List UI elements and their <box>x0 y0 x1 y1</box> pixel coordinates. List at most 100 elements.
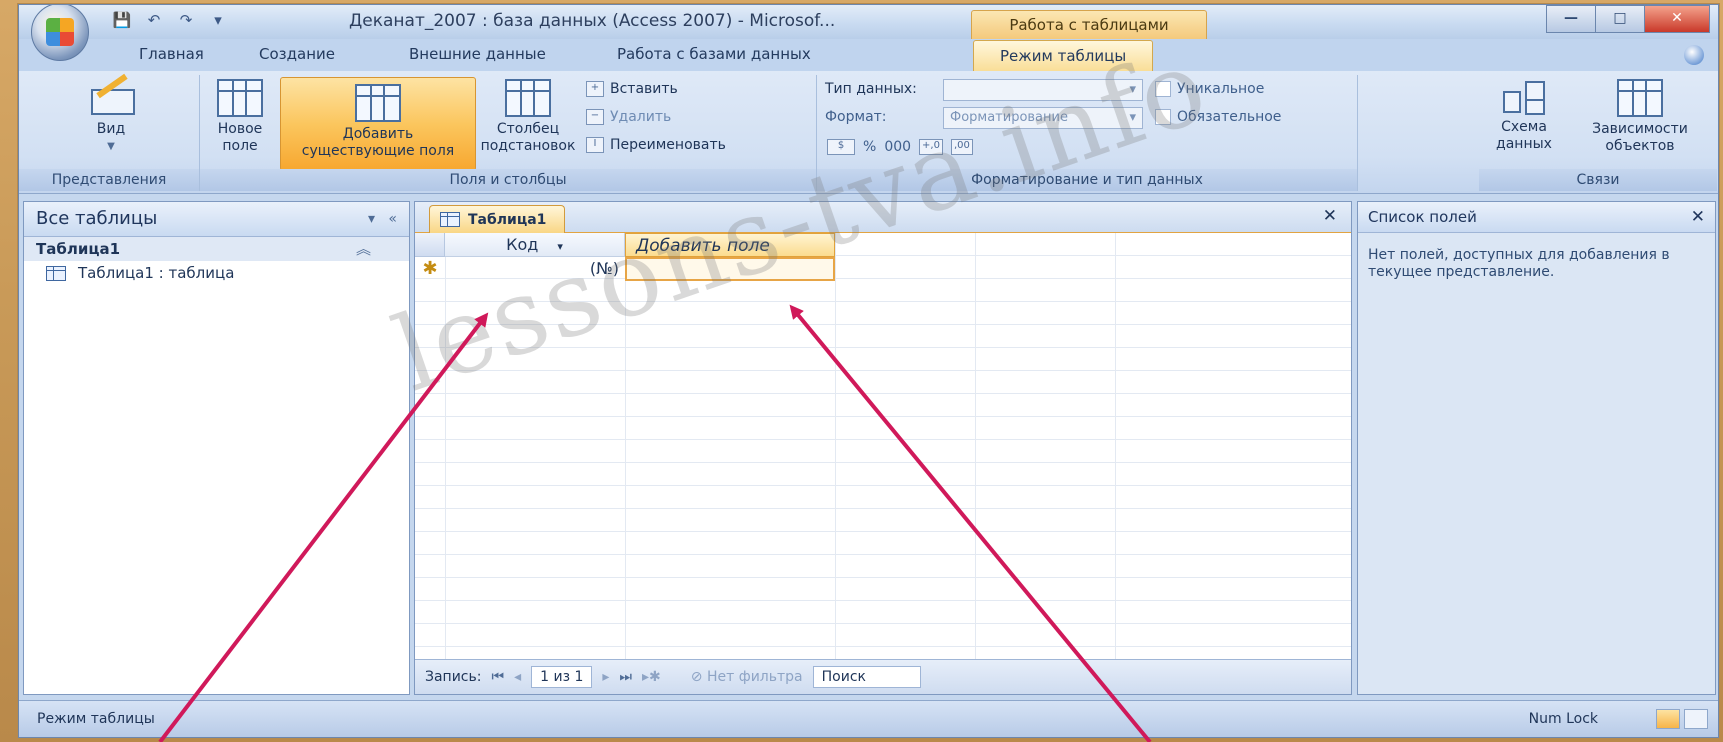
redo-icon[interactable]: ↷ <box>175 11 197 31</box>
previous-record-icon[interactable]: ◂ <box>514 669 521 685</box>
close-document-icon[interactable]: ✕ <box>1323 206 1337 226</box>
required-checkbox[interactable]: Обязательное <box>1155 109 1281 125</box>
required-checkbox-box[interactable] <box>1155 109 1171 125</box>
increase-decimals-button[interactable]: +,0 <box>919 139 943 155</box>
filter-status[interactable]: ⊘ Нет фильтра <box>691 669 803 685</box>
column-header-kod[interactable]: Код ▾ <box>445 233 625 257</box>
undo-icon[interactable]: ↶ <box>143 11 165 31</box>
datasheet-grid[interactable]: Код ▾ Добавить поле ✱ (№) <box>415 233 1351 660</box>
nav-header[interactable]: Все таблицы ▾ « <box>24 202 409 237</box>
first-record-icon[interactable]: ⏮ <box>491 669 504 685</box>
navigation-pane: Все таблицы ▾ « Таблица1 ︽ Таблица1 : та… <box>23 201 410 695</box>
add-existing-label-1: Добавить <box>342 126 414 142</box>
new-record-icon[interactable]: ✱ <box>415 257 445 281</box>
tab-create[interactable]: Создание <box>259 45 335 63</box>
thousands-button[interactable]: 000 <box>884 139 911 155</box>
table-icon <box>440 212 460 227</box>
relationships-button[interactable]: Схема данных <box>1483 79 1565 153</box>
field-list-pane: Список полей ✕ Нет полей, доступных для … <box>1357 201 1716 695</box>
new-field-button[interactable]: Новое поле <box>206 79 274 155</box>
qat-dropdown-icon[interactable]: ▾ <box>207 11 229 31</box>
maximize-button[interactable]: □ <box>1595 5 1645 33</box>
delete-label: Удалить <box>610 109 672 125</box>
group-views: Вид ▼ Представления <box>19 73 200 191</box>
format-label: Формат: <box>825 109 887 125</box>
object-dependencies-button[interactable]: Зависимости объектов <box>1569 79 1711 155</box>
group-label-relationships: Связи <box>1479 169 1717 191</box>
rename-label: Переименовать <box>610 137 726 153</box>
context-tab-table-tools: Работа с таблицами <box>971 10 1207 40</box>
nav-item-table1[interactable]: Таблица1 : таблица <box>24 261 409 285</box>
insert-button[interactable]: + Вставить <box>586 81 678 97</box>
delete-button[interactable]: − Удалить <box>586 109 671 125</box>
collapse-group-icon[interactable]: ︽ <box>356 237 371 261</box>
search-field[interactable]: Поиск <box>812 666 921 688</box>
chevron-down-icon: ▾ <box>1129 82 1136 97</box>
chevron-down-icon[interactable]: ▾ <box>557 240 563 253</box>
nav-header-label: Все таблицы <box>36 208 158 229</box>
relationships-label-1: Схема <box>1501 119 1547 135</box>
data-type-select[interactable]: ▾ <box>943 79 1143 101</box>
chevron-down-icon: ▾ <box>1129 110 1136 125</box>
view-switcher <box>1656 709 1708 729</box>
last-record-icon[interactable]: ⏭ <box>619 669 632 685</box>
cell-add-field-new[interactable] <box>625 257 835 281</box>
column-header-add-field[interactable]: Добавить поле <box>625 233 835 257</box>
lookup-label-1: Столбец <box>496 121 560 137</box>
tab-home[interactable]: Главная <box>139 45 204 63</box>
field-list-message: Нет полей, доступных для добавления в те… <box>1368 247 1670 280</box>
collapse-pane-icon[interactable]: « <box>388 211 397 227</box>
required-label: Обязательное <box>1177 109 1282 125</box>
design-view-icon[interactable] <box>1684 709 1708 729</box>
record-navigator: Запись: ⏮ ◂ 1 из 1 ▸ ⏭ ▸✱ ⊘ Нет фильтра … <box>415 659 1351 694</box>
decrease-decimals-button[interactable]: ,00 <box>950 139 973 155</box>
nav-controls: ▾ « <box>368 202 397 236</box>
add-existing-fields-icon <box>355 84 401 122</box>
table-icon <box>46 265 66 281</box>
chevron-down-icon[interactable]: ▾ <box>368 211 375 227</box>
datasheet-view-icon[interactable] <box>1656 709 1680 729</box>
lookup-column-button[interactable]: Столбец подстановок <box>478 79 578 155</box>
nav-group-table1[interactable]: Таблица1 ︽ <box>24 237 409 261</box>
dependencies-label-2: объектов <box>1605 138 1675 154</box>
quick-access-toolbar: 💾 ↶ ↷ ▾ <box>111 11 229 31</box>
office-logo-icon <box>46 18 74 46</box>
save-icon[interactable]: 💾 <box>111 11 133 31</box>
title-bar: 💾 ↶ ↷ ▾ Деканат_2007 : база данных (Acce… <box>19 5 1718 40</box>
tab-external-data[interactable]: Внешние данные <box>409 45 546 63</box>
datasheet-document: Таблица1 ✕ Код ▾ Добавить поле ✱ (№) Зап… <box>414 201 1352 695</box>
group-label-views: Представления <box>19 169 199 191</box>
close-button[interactable]: ✕ <box>1644 5 1710 33</box>
add-existing-fields-button[interactable]: Добавить существующие поля <box>280 77 476 171</box>
minimize-button[interactable]: — <box>1546 5 1596 33</box>
percent-button[interactable]: % <box>863 139 876 155</box>
rename-button[interactable]: I Переименовать <box>586 137 726 153</box>
unique-checkbox[interactable]: Уникальное <box>1155 81 1264 97</box>
new-record-nav-icon[interactable]: ▸✱ <box>642 669 661 685</box>
next-record-icon[interactable]: ▸ <box>602 669 609 685</box>
relationships-icon <box>1503 79 1545 115</box>
ribbon: Вид ▼ Представления Новое поле Добавить … <box>19 71 1718 194</box>
filter-label: Нет фильтра <box>706 669 803 685</box>
tab-database-tools[interactable]: Работа с базами данных <box>617 45 811 63</box>
field-list-header: Список полей ✕ <box>1358 202 1715 233</box>
group-label-fields: Поля и столбцы <box>200 169 816 191</box>
record-position-field[interactable]: 1 из 1 <box>531 666 593 688</box>
help-icon[interactable] <box>1684 45 1704 65</box>
office-button[interactable] <box>31 5 89 61</box>
view-button[interactable]: Вид ▼ <box>69 73 153 155</box>
window-title: Деканат_2007 : база данных (Access 2007)… <box>349 11 836 31</box>
document-tabs: Таблица1 ✕ <box>415 202 1351 233</box>
currency-format-icon[interactable]: $ <box>827 139 855 155</box>
cell-kod-new[interactable]: (№) <box>445 257 625 281</box>
add-existing-label-2: существующие поля <box>301 143 455 159</box>
doc-tab-table1[interactable]: Таблица1 <box>429 205 566 233</box>
format-select[interactable]: Форматирование ▾ <box>943 107 1143 129</box>
tab-datasheet[interactable]: Режим таблицы <box>973 40 1154 72</box>
unique-checkbox-box[interactable] <box>1155 81 1171 97</box>
status-bar: Режим таблицы Num Lock <box>19 700 1718 737</box>
select-all-corner[interactable] <box>415 233 445 257</box>
rename-column-icon: I <box>586 137 604 153</box>
view-button-label: Вид <box>96 121 126 137</box>
close-icon[interactable]: ✕ <box>1691 202 1705 232</box>
